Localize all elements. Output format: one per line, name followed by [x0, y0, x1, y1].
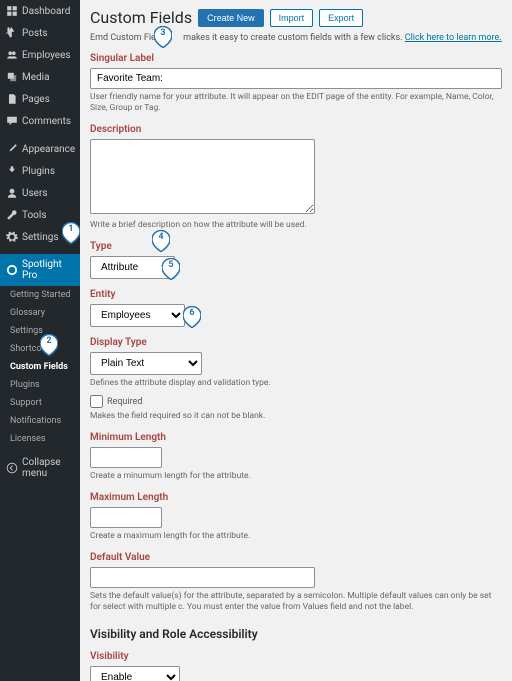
required-label: Required: [107, 397, 142, 407]
sidebar-item-appearance[interactable]: Appearance: [0, 138, 80, 160]
default-help: Sets the default value(s) for the attrib…: [90, 591, 502, 613]
visibility-label: Visibility: [90, 651, 502, 662]
sidebar-sub-getting-started[interactable]: Getting Started: [0, 286, 80, 304]
sidebar-item-comments[interactable]: Comments: [0, 110, 80, 132]
default-value-label: Default Value: [90, 552, 502, 563]
tour-marker-5: 5: [162, 258, 180, 280]
tour-marker-6: 6: [183, 306, 201, 328]
sidebar-item-employees[interactable]: Employees: [0, 44, 80, 66]
tour-marker-1: 1: [62, 222, 80, 244]
sidebar-sub-notifications[interactable]: Notifications: [0, 412, 80, 430]
main-content: Custom Fields Create New Import Export E…: [80, 0, 512, 681]
export-button[interactable]: Export: [319, 9, 363, 27]
max-length-label: Maximum Length: [90, 492, 502, 503]
sidebar-item-media[interactable]: Media: [0, 66, 80, 88]
label: Users: [22, 188, 48, 199]
sidebar-sub-glossary[interactable]: Glossary: [0, 304, 80, 322]
singular-label-label: Singular Label: [90, 53, 502, 64]
label: Settings: [22, 232, 59, 243]
sidebar-item-pages[interactable]: Pages: [0, 88, 80, 110]
sidebar-item-posts[interactable]: Posts: [0, 22, 80, 44]
label: Appearance: [22, 144, 75, 155]
display-type-select[interactable]: Plain Text: [90, 352, 202, 375]
tour-marker-4: 4: [152, 230, 170, 252]
page-title: Custom Fields: [90, 8, 192, 27]
max-length-input[interactable]: [90, 507, 162, 528]
label: Posts: [22, 28, 48, 39]
sidebar-item-users[interactable]: Users: [0, 182, 80, 204]
min-length-help: Create a minumum length for the attribut…: [90, 471, 502, 482]
sidebar-sub-custom-fields[interactable]: Custom Fields: [0, 358, 80, 376]
sidebar-sub-plugins[interactable]: Plugins: [0, 376, 80, 394]
visibility-select[interactable]: Enable: [90, 666, 180, 681]
description-input[interactable]: [90, 139, 315, 214]
create-new-button[interactable]: Create New: [198, 9, 264, 27]
tour-marker-3: 3: [154, 26, 172, 48]
required-help: Makes the field required so it can not b…: [90, 411, 502, 422]
default-value-input[interactable]: [90, 567, 315, 588]
label: Comments: [22, 116, 71, 127]
entity-select[interactable]: Employees: [90, 304, 185, 327]
sidebar-item-settings[interactable]: Settings 1: [0, 226, 80, 248]
description-label: Description: [90, 124, 502, 135]
singular-help: User friendly name for your attribute. I…: [90, 92, 502, 114]
min-length-label: Minimum Length: [90, 432, 502, 443]
sidebar-item-spotlight-pro[interactable]: Spotlight Pro: [0, 254, 80, 286]
label: Collapse menu: [22, 457, 74, 479]
min-length-input[interactable]: [90, 447, 162, 468]
label: Spotlight Pro: [22, 259, 74, 281]
sidebar-sub-licenses[interactable]: Licenses: [0, 430, 80, 448]
sidebar-sub-shortcodes[interactable]: Shortcodes 2: [0, 340, 80, 358]
sidebar-item-dashboard[interactable]: Dashboard: [0, 0, 80, 22]
tour-marker-2: 2: [40, 334, 58, 356]
visibility-section-heading: Visibility and Role Accessibility: [90, 627, 502, 641]
intro-text: Emd Custom Field B 3 makes it easy to cr…: [90, 33, 502, 43]
label: Pages: [22, 94, 50, 105]
label: Plugins: [22, 166, 55, 177]
label: Dashboard: [22, 6, 70, 17]
sidebar-collapse[interactable]: Collapse menu: [0, 452, 80, 484]
import-button[interactable]: Import: [270, 9, 314, 27]
entity-label: Entity: [90, 289, 502, 300]
display-type-label: Display Type: [90, 337, 502, 348]
learn-more-link[interactable]: Click here to learn more.: [405, 33, 502, 43]
singular-label-input[interactable]: [90, 68, 502, 89]
max-length-help: Create a maximum length for the attribut…: [90, 531, 502, 542]
label: Employees: [22, 50, 71, 61]
display-help: Defines the attribute display and valida…: [90, 378, 502, 389]
label: Media: [22, 72, 50, 83]
required-checkbox[interactable]: [90, 395, 103, 408]
admin-sidebar: Dashboard Posts Employees Media Pages Co…: [0, 0, 80, 681]
sidebar-sub-support[interactable]: Support: [0, 394, 80, 412]
sidebar-item-plugins[interactable]: Plugins: [0, 160, 80, 182]
label: Tools: [22, 210, 46, 221]
